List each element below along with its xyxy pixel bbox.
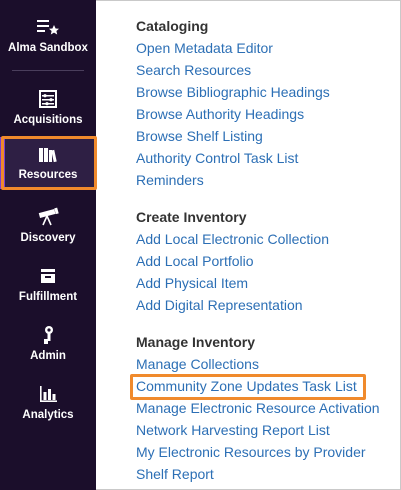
books-icon	[0, 144, 96, 166]
menu-link-add-physical-item[interactable]: Add Physical Item	[136, 275, 248, 291]
sidebar-item-label: Discovery	[20, 232, 76, 244]
abacus-icon	[0, 88, 96, 110]
menu-link-add-local-electronic-collection[interactable]: Add Local Electronic Collection	[136, 231, 329, 247]
main-sidebar: Alma Sandbox Acquisitions Resources Disc…	[0, 0, 96, 490]
menu-link-add-digital-representation[interactable]: Add Digital Representation	[136, 297, 303, 313]
sidebar-item-resources[interactable]: Resources	[0, 137, 96, 189]
sidebar-item-label: Acquisitions	[13, 114, 83, 126]
sidebar-item-label: Resources	[18, 169, 78, 181]
sidebar-item-admin[interactable]: Admin	[0, 316, 96, 374]
wrench-person-icon	[0, 324, 96, 346]
sidebar-divider	[12, 70, 84, 71]
sidebar-item-label: Alma Sandbox	[8, 42, 88, 54]
sidebar-item-alma-sandbox[interactable]: Alma Sandbox	[0, 8, 96, 66]
menu-link-community-zone-updates-task-list[interactable]: Community Zone Updates Task List	[136, 378, 357, 394]
menu-link-shelf-report[interactable]: Shelf Report	[136, 466, 214, 482]
menu-link-reminders[interactable]: Reminders	[136, 172, 204, 188]
section-heading-manage-inventory: Manage Inventory	[136, 334, 256, 350]
menu-link-add-local-portfolio[interactable]: Add Local Portfolio	[136, 253, 254, 269]
section-heading-cataloging: Cataloging	[136, 18, 209, 34]
menu-star-icon	[0, 16, 96, 38]
menu-link-browse-authority-headings[interactable]: Browse Authority Headings	[136, 106, 304, 122]
menu-link-browse-bibliographic-headings[interactable]: Browse Bibliographic Headings	[136, 84, 330, 100]
menu-link-network-harvesting-report-list[interactable]: Network Harvesting Report List	[136, 422, 330, 438]
menu-link-open-metadata-editor[interactable]: Open Metadata Editor	[136, 40, 273, 56]
section-heading-create-inventory: Create Inventory	[136, 209, 247, 225]
menu-link-manage-collections[interactable]: Manage Collections	[136, 356, 259, 372]
sidebar-item-acquisitions[interactable]: Acquisitions	[0, 80, 96, 138]
telescope-icon	[0, 206, 96, 228]
menu-link-browse-shelf-listing[interactable]: Browse Shelf Listing	[136, 128, 263, 144]
inbox-tray-icon	[0, 265, 96, 287]
menu-link-my-electronic-resources-by-provider[interactable]: My Electronic Resources by Provider	[136, 444, 366, 460]
menu-link-manage-electronic-resource-activation[interactable]: Manage Electronic Resource Activation	[136, 400, 380, 416]
sidebar-item-label: Admin	[30, 350, 66, 362]
bar-chart-icon	[0, 383, 96, 405]
sidebar-item-label: Analytics	[22, 409, 74, 421]
sidebar-item-fulfillment[interactable]: Fulfillment	[0, 257, 96, 315]
sidebar-item-label: Fulfillment	[18, 291, 78, 303]
sidebar-item-discovery[interactable]: Discovery	[0, 198, 96, 256]
menu-link-search-resources[interactable]: Search Resources	[136, 62, 251, 78]
menu-link-authority-control-task-list[interactable]: Authority Control Task List	[136, 150, 298, 166]
sidebar-item-analytics[interactable]: Analytics	[0, 375, 96, 433]
